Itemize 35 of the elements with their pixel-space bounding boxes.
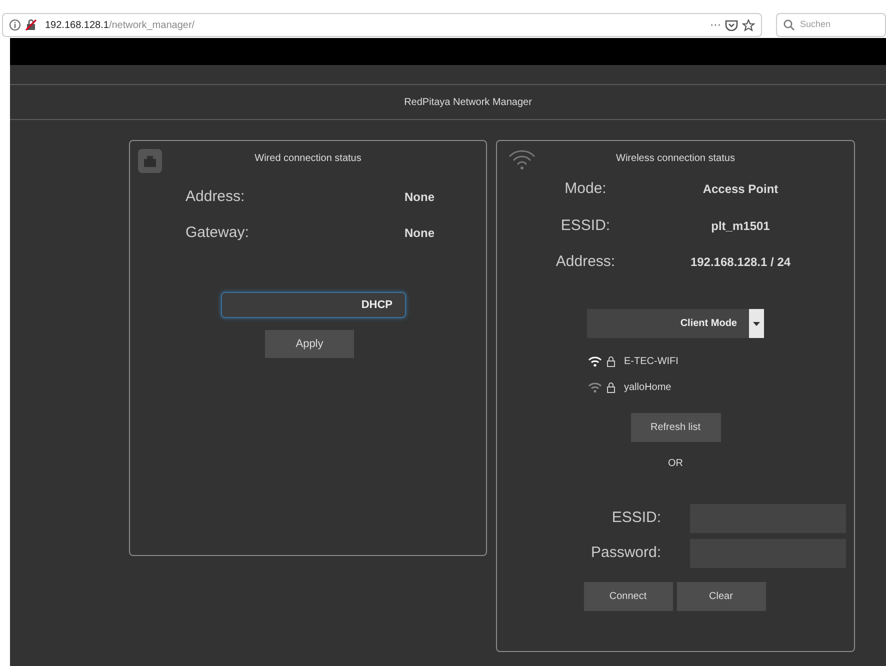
wifi-icon [509,149,535,171]
field-label: Address: [184,187,246,207]
address-bar[interactable]: 192.168.128.1/network_manager/ ··· [2,13,762,37]
field-label: Gateway: [184,222,250,242]
dhcp-select[interactable]: DHCP [220,292,406,318]
page-title: RedPitaya Network Manager [403,96,532,110]
field-label: Address: [554,252,616,272]
field-value: 192.168.128.1 / 24 [689,254,792,272]
field-label: ESSID: [560,216,612,236]
panel-title: Wired connection status [254,152,362,166]
input-label: Password: [590,542,662,563]
panel-title: Wireless connection status [616,152,735,166]
field-value: None [404,189,436,206]
dropdown-caret-icon [749,308,764,338]
info-icon[interactable] [9,19,21,31]
action-button[interactable]: Clear [676,582,766,610]
apply-button[interactable]: Apply [265,330,354,358]
page-actions-button[interactable]: ··· [710,16,721,34]
pocket-icon[interactable] [725,19,738,31]
url-text: 192.168.128.1/network_manager/ [45,18,195,32]
network-item[interactable]: E-TEC-WIFI [588,354,763,368]
network-item[interactable]: yalloHome [588,380,763,394]
insecure-lock-icon[interactable] [25,19,37,31]
or-separator: OR [668,456,683,470]
star-icon[interactable] [742,18,755,32]
field-value: plt_m1501 [710,218,771,235]
refresh-list-button[interactable]: Refresh list [630,412,720,442]
mode-select[interactable]: Client Mode [587,308,764,338]
field-value: Access Point [702,181,780,198]
ethernet-icon [138,149,162,173]
field-value: None [404,224,436,242]
input-label: ESSID: [610,508,662,528]
search-icon [783,19,795,31]
action-button[interactable]: Connect [584,582,672,610]
field-label: Mode: [564,179,608,199]
